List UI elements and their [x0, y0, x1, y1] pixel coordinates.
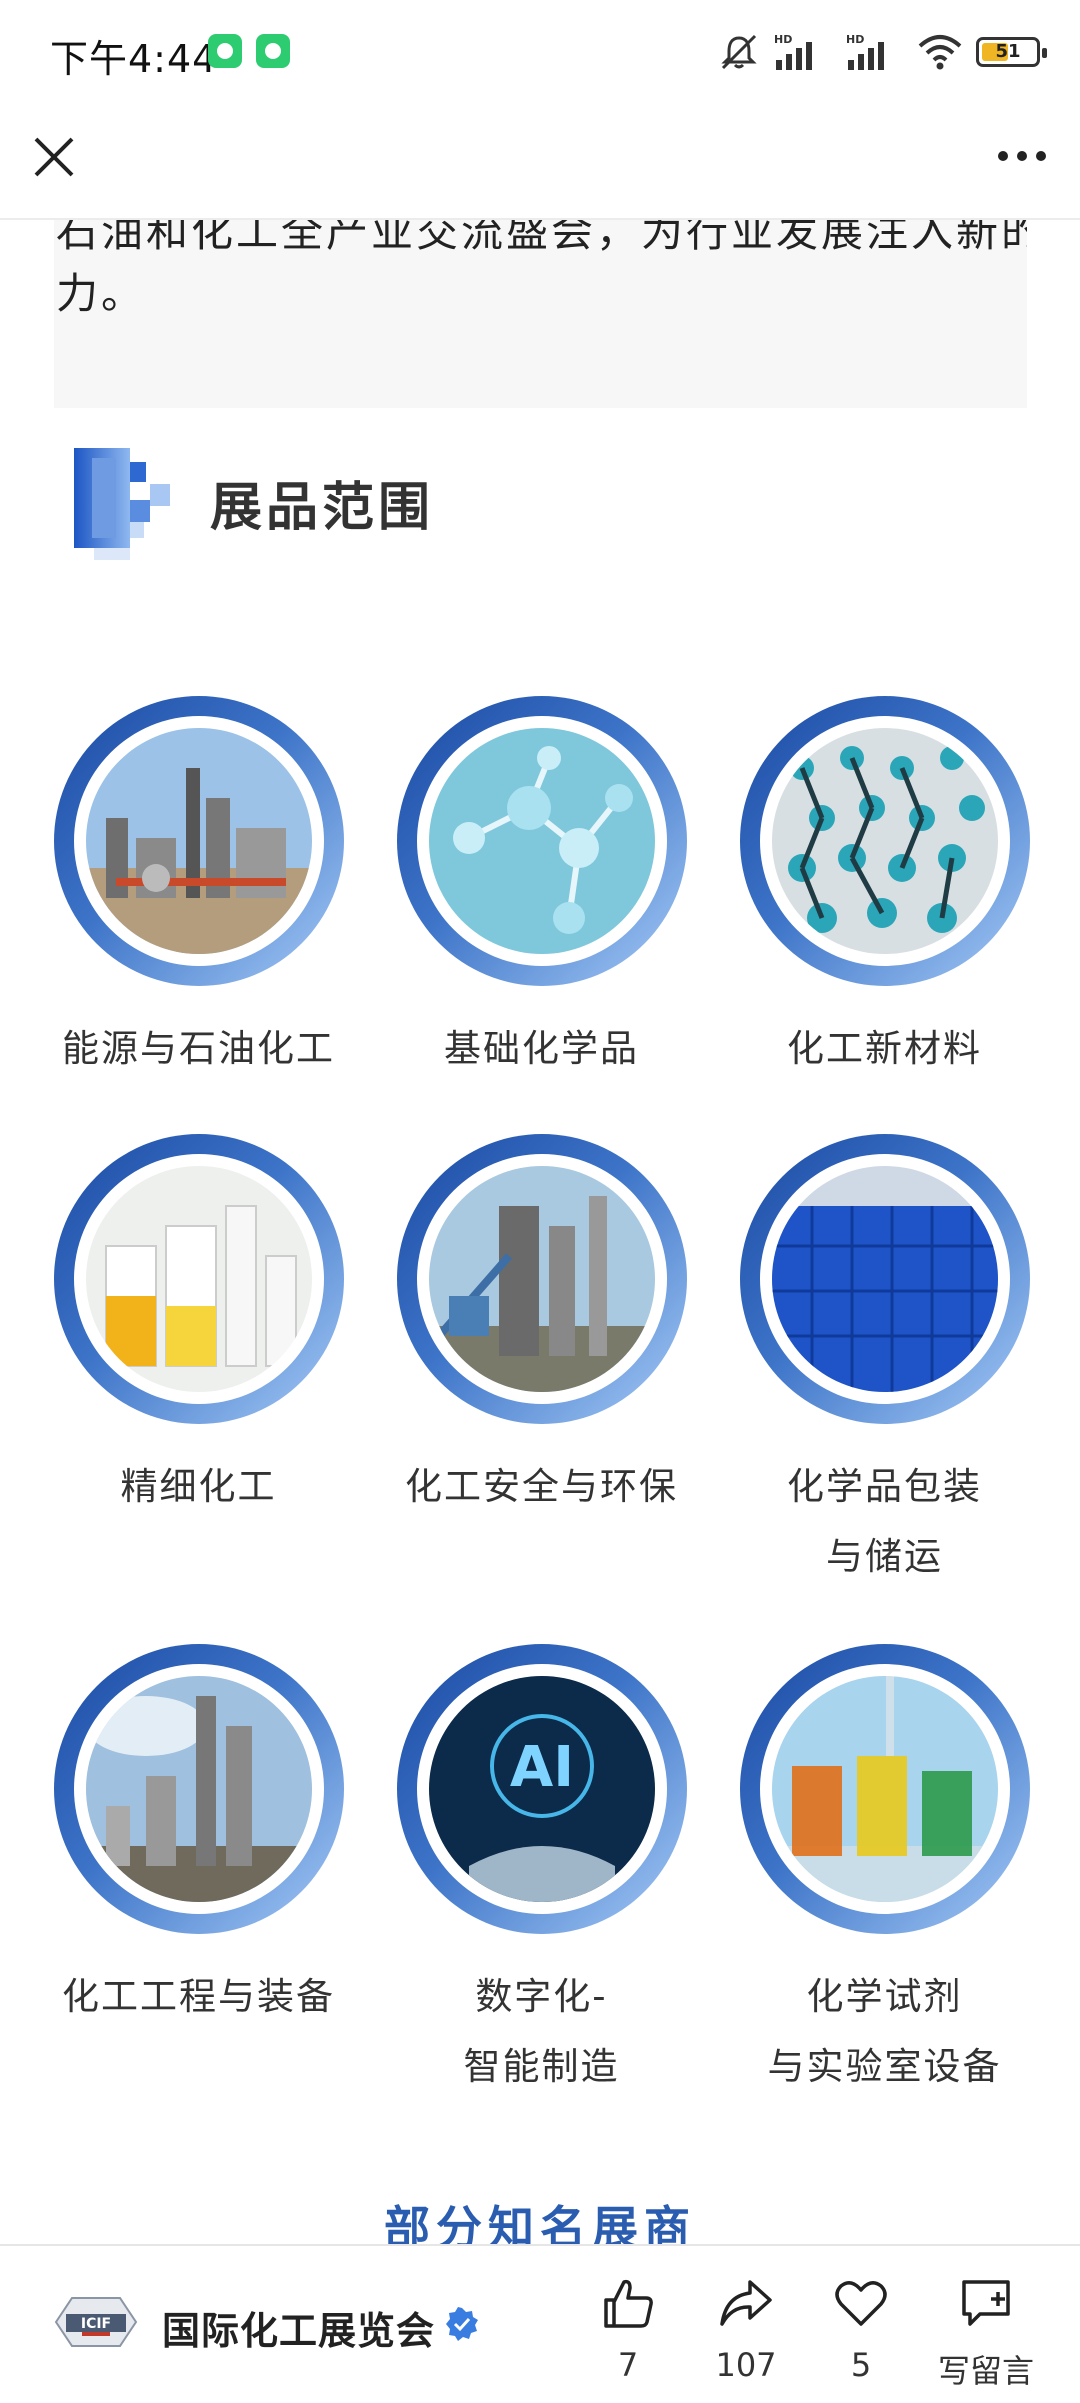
section-pixel-icon: [74, 448, 170, 560]
like-action[interactable]: 7: [573, 2276, 683, 2384]
signal-hd-icon-2: HD: [846, 33, 884, 70]
signal-hd-icon: HD: [774, 33, 812, 70]
comment-action[interactable]: 写留言: [921, 2276, 1051, 2392]
status-time: 下午4:44: [50, 37, 218, 81]
account-logo[interactable]: ICIF: [52, 2290, 140, 2354]
battery-icon: 51: [976, 37, 1047, 67]
intro-quote-box: 石油和化工全产业交流盛会，为行业发展注入新的活 力。: [54, 220, 1027, 408]
wechat-notification-icon: [208, 34, 242, 68]
molecule-image: [429, 728, 655, 954]
category-label-line2: 与实验室设备: [767, 2045, 1002, 2088]
bottom-bar: ICIF 国际化工展览会 7 107 5 写留言: [0, 2244, 1080, 2403]
category-label: 化工安全与环保: [405, 1465, 678, 1508]
category-label-line2: 与储运: [826, 1535, 943, 1578]
category-packaging-storage[interactable]: [740, 1134, 1030, 1424]
svg-text:HD: HD: [846, 33, 864, 46]
category-digital-manufacturing[interactable]: AI: [397, 1644, 687, 1934]
favorite-action[interactable]: 5: [806, 2276, 916, 2384]
category-label: 能源与石油化工: [62, 1027, 335, 1070]
category-new-materials[interactable]: [740, 696, 1030, 986]
like-count: 7: [617, 2346, 639, 2384]
heart-icon: [835, 2281, 887, 2326]
drums-image: [772, 1166, 998, 1392]
test-tubes-image: [772, 1676, 998, 1902]
shield-notification-icon: [256, 34, 290, 68]
beakers-image: [86, 1166, 312, 1392]
svg-text:AI: AI: [510, 1735, 574, 1800]
category-label: 化工新材料: [787, 1027, 982, 1070]
account-name[interactable]: 国际化工展览会: [162, 2300, 435, 2355]
lattice-image: [772, 728, 998, 954]
close-icon[interactable]: [32, 135, 76, 179]
category-label: 数字化-: [475, 1975, 608, 2018]
quote-text-line1: 石油和化工全产业交流盛会，为行业发展注入新的活: [56, 220, 1027, 256]
status-bar: 下午4:44 HD HD 51: [0, 0, 1080, 105]
mute-bell-icon: [721, 34, 757, 70]
category-fine-chemicals[interactable]: [54, 1134, 344, 1424]
thumbs-up-icon: [604, 2279, 653, 2328]
category-safety-environment[interactable]: [397, 1134, 687, 1424]
next-section-heading: 部分知名展商: [384, 2201, 696, 2244]
refinery-image: [86, 728, 312, 954]
category-label: 化学试剂: [806, 1975, 963, 2018]
section-title: 展品范围: [210, 478, 435, 538]
category-label: 化学品包装: [787, 1465, 982, 1508]
ai-hand-image: AI: [429, 1676, 655, 1902]
verified-icon: [446, 2307, 478, 2341]
share-icon: [720, 2280, 772, 2326]
svg-text:HD: HD: [774, 33, 792, 46]
favorite-count: 5: [850, 2346, 872, 2384]
share-count: 107: [715, 2346, 777, 2384]
category-reagents-lab[interactable]: [740, 1644, 1030, 1934]
quote-text-line2: 力。: [56, 269, 147, 318]
category-label: 基础化学品: [444, 1027, 639, 1070]
category-label: 化工工程与装备: [62, 1975, 335, 2018]
more-options-icon[interactable]: [996, 145, 1048, 167]
logo-text: ICIF: [81, 2316, 111, 2332]
comment-plus-icon: [962, 2280, 1010, 2326]
wifi-icon: [918, 35, 962, 70]
plant-image: [429, 1166, 655, 1392]
category-energy-petrochem[interactable]: [54, 696, 344, 986]
category-label-line2: 智能制造: [463, 2045, 620, 2088]
category-basic-chemicals[interactable]: [397, 696, 687, 986]
category-engineering-equipment[interactable]: [54, 1644, 344, 1934]
status-icons: HD HD 51: [718, 32, 1047, 72]
battery-level: 51: [995, 41, 1021, 62]
category-label: 精细化工: [120, 1465, 277, 1508]
share-action[interactable]: 107: [691, 2276, 801, 2384]
towers-image: [86, 1676, 312, 1902]
comment-label: 写留言: [937, 2352, 1034, 2390]
